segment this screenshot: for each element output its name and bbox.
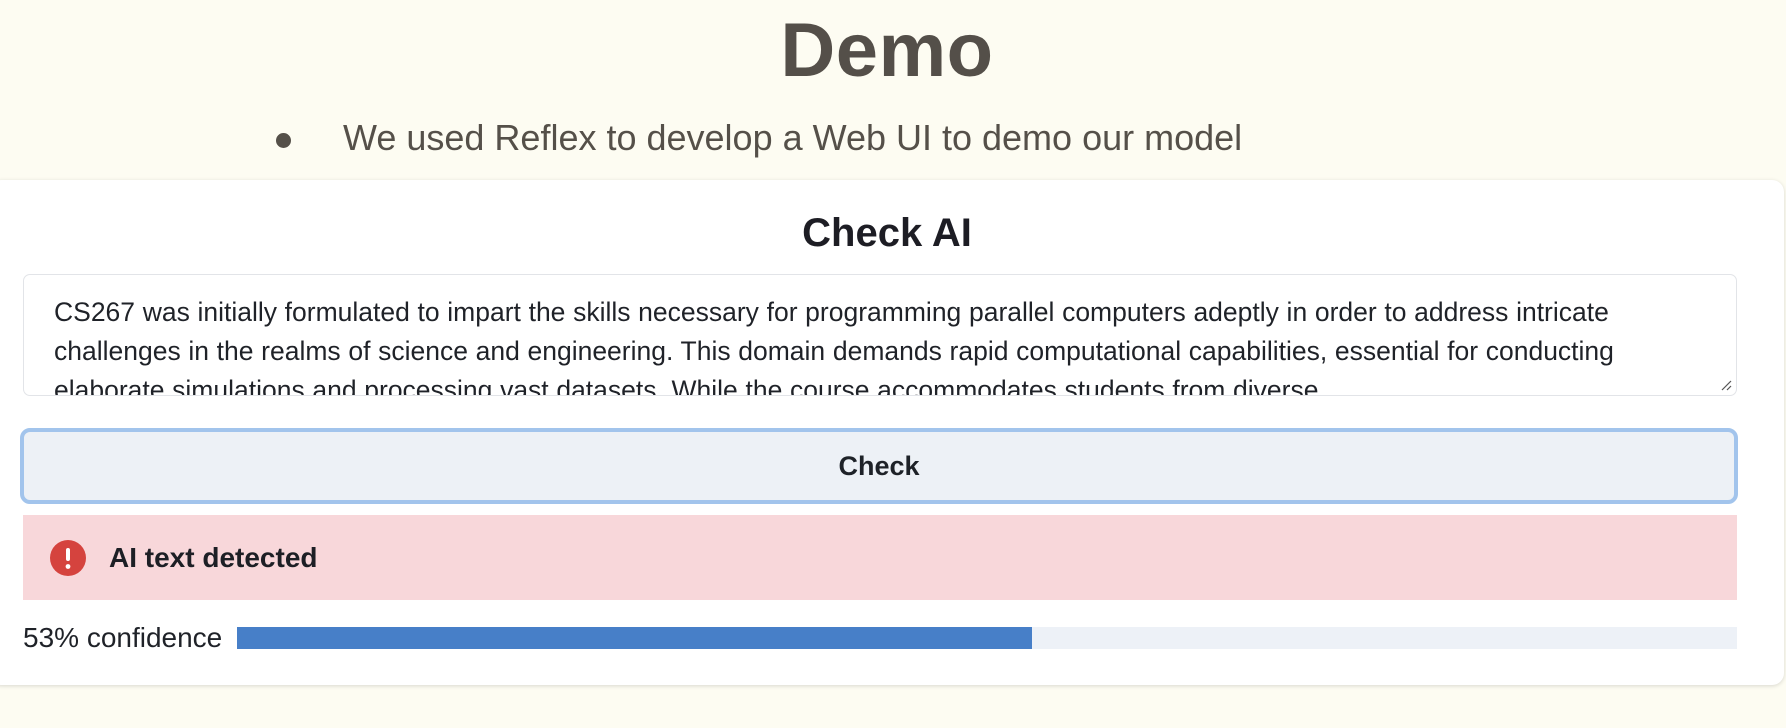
app-title: Check AI xyxy=(802,211,972,255)
bullet-text: We used Reflex to develop a Web UI to de… xyxy=(343,117,1243,158)
confidence-label: 53% confidence xyxy=(23,622,223,653)
confidence-progress-fill xyxy=(237,627,1033,649)
input-text[interactable]: CS267 was initially formulated to impart… xyxy=(54,297,1614,395)
text-input-area[interactable]: CS267 was initially formulated to impart… xyxy=(23,274,1737,396)
resize-handle-icon[interactable] xyxy=(1720,379,1732,391)
bullet-item: We used Reflex to develop a Web UI to de… xyxy=(276,114,1242,162)
bullet-dot-icon xyxy=(276,132,291,148)
slide-title: Demo xyxy=(780,8,994,93)
confidence-row: 53% confidence xyxy=(23,616,1737,660)
exclamation-circle-icon xyxy=(50,539,86,576)
detection-alert: AI text detected xyxy=(23,515,1737,600)
confidence-progress-bar xyxy=(237,627,1737,649)
alert-message: AI text detected xyxy=(109,541,318,573)
check-button[interactable]: Check xyxy=(20,428,1738,504)
check-ai-card: Check AI CS267 was initially formulated … xyxy=(0,180,1784,685)
